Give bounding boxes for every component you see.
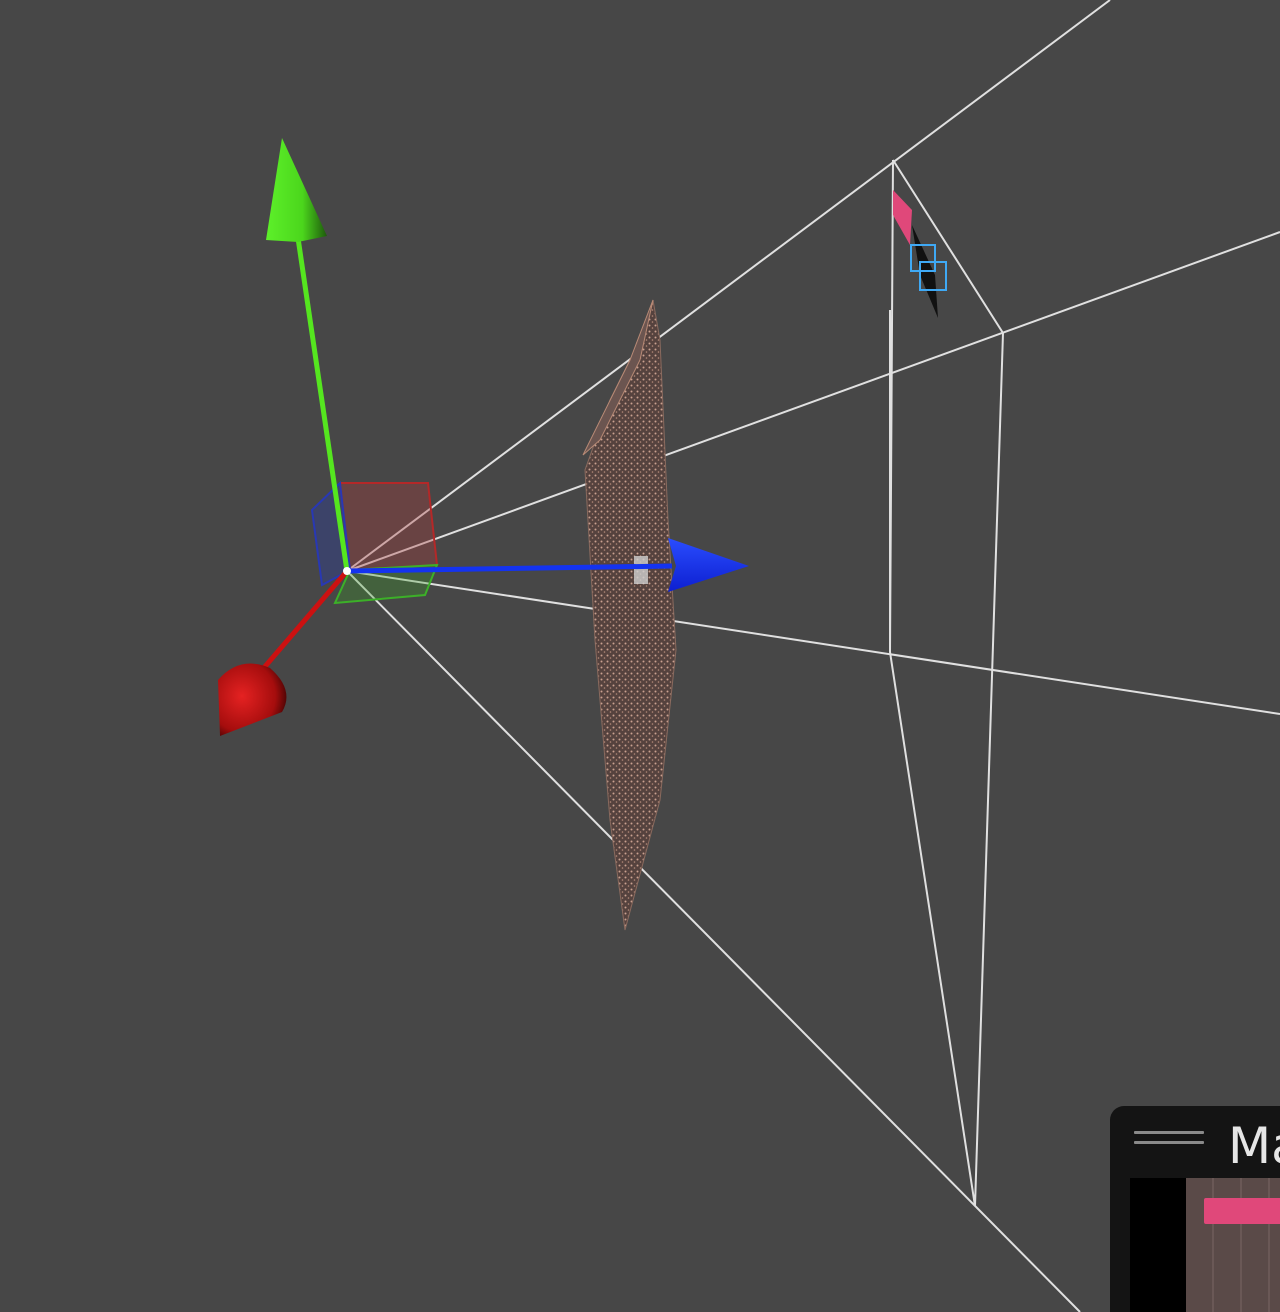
image-marker bbox=[893, 190, 947, 318]
panel-header[interactable]: Ma bbox=[1110, 1106, 1280, 1175]
floating-panel[interactable]: Ma bbox=[1110, 1106, 1280, 1312]
x-axis-arrow-icon bbox=[218, 663, 287, 736]
image-marker-pink bbox=[893, 190, 912, 245]
drag-handle-icon[interactable] bbox=[1134, 1131, 1204, 1149]
3d-viewport[interactable]: Ma bbox=[0, 0, 1280, 1312]
x-axis-shaft bbox=[260, 569, 349, 672]
point-cloud-surface bbox=[584, 299, 677, 931]
scene-canvas[interactable] bbox=[0, 0, 1280, 1312]
frustum-far-plane bbox=[888, 159, 1005, 1207]
point-cloud-center-marker bbox=[634, 556, 648, 584]
frustum-ray-top bbox=[346, 0, 1111, 572]
image-thumbnail[interactable] bbox=[1186, 1178, 1280, 1312]
frustum-ray-bottom bbox=[346, 570, 1081, 1312]
plane-handles bbox=[310, 480, 439, 605]
y-axis-arrow-icon bbox=[266, 138, 327, 242]
gizmo-origin bbox=[343, 567, 351, 575]
z-axis-arrow-icon bbox=[668, 538, 749, 592]
panel-title: Ma bbox=[1228, 1117, 1280, 1175]
x-axis-handle bbox=[218, 569, 349, 736]
frustum-ray-right bbox=[346, 231, 1280, 572]
plane-handle-xy bbox=[338, 482, 439, 572]
frustum-ray-bottom-right bbox=[346, 570, 1280, 715]
point-cloud bbox=[582, 299, 677, 931]
thumbnail-highlight bbox=[1204, 1198, 1280, 1224]
panel-content bbox=[1130, 1178, 1280, 1312]
